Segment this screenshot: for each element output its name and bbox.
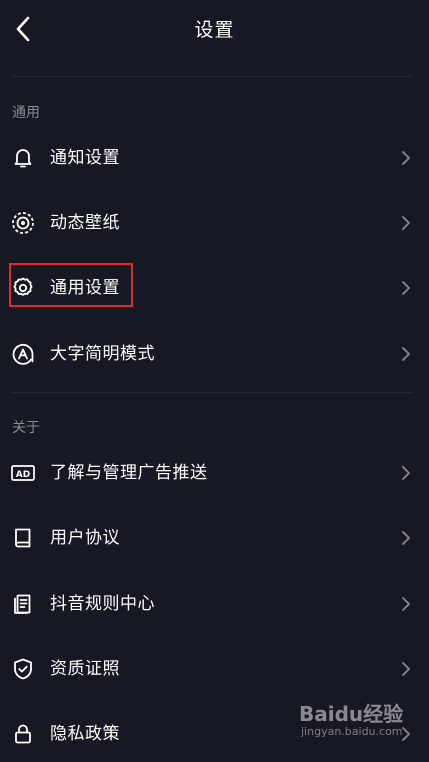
top-bar: 设置 xyxy=(0,0,429,60)
settings-item-label: 隐私政策 xyxy=(50,724,120,744)
document-icon xyxy=(10,591,36,617)
book-icon xyxy=(10,525,36,551)
bell-icon xyxy=(10,145,36,171)
chevron-right-icon xyxy=(402,216,410,230)
settings-item-label: 通知设置 xyxy=(50,148,120,168)
settings-item-label: 通用设置 xyxy=(50,278,120,298)
back-button[interactable] xyxy=(8,12,38,46)
settings-item-qualifications[interactable]: 资质证照 xyxy=(0,641,429,697)
settings-item-label: 抖音规则中心 xyxy=(50,594,155,614)
chevron-right-icon xyxy=(402,151,410,165)
divider xyxy=(12,76,412,77)
settings-item-label: 用户协议 xyxy=(50,528,120,548)
settings-item-label: 大字简明模式 xyxy=(50,344,155,364)
shield-check-icon xyxy=(10,656,36,682)
divider xyxy=(12,392,412,393)
settings-item-ad-management[interactable]: AD 了解与管理广告推送 xyxy=(0,445,429,501)
gear-icon xyxy=(10,275,36,301)
svg-text:AD: AD xyxy=(16,470,30,480)
settings-item-large-font-mode[interactable]: 大字简明模式 xyxy=(0,326,429,382)
chevron-right-icon xyxy=(402,662,410,676)
lock-icon xyxy=(10,721,36,747)
chevron-left-icon xyxy=(16,16,30,42)
watermark-brand: Baidu经验 xyxy=(299,702,404,726)
baidu-watermark: Baidu经验 jingyan.baidu.com xyxy=(299,698,415,740)
settings-item-label: 动态壁纸 xyxy=(50,213,120,233)
font-size-icon xyxy=(10,341,36,367)
chevron-right-icon xyxy=(402,466,410,480)
settings-item-live-wallpaper[interactable]: 动态壁纸 xyxy=(0,195,429,251)
section-label-general: 通用 xyxy=(12,105,40,121)
settings-item-user-agreement[interactable]: 用户协议 xyxy=(0,510,429,566)
chevron-right-icon xyxy=(402,531,410,545)
chevron-right-icon xyxy=(402,347,410,361)
settings-item-notification[interactable]: 通知设置 xyxy=(0,130,429,186)
settings-item-general[interactable]: 通用设置 xyxy=(0,260,429,316)
live-wallpaper-icon xyxy=(10,210,36,236)
section-label-about: 关于 xyxy=(12,420,40,436)
settings-item-rules-center[interactable]: 抖音规则中心 xyxy=(0,576,429,632)
watermark-url: jingyan.baidu.com xyxy=(301,725,403,738)
chevron-right-icon xyxy=(402,597,410,611)
ad-icon: AD xyxy=(10,460,36,486)
chevron-right-icon xyxy=(402,281,410,295)
page-title: 设置 xyxy=(194,19,235,41)
settings-item-label: 资质证照 xyxy=(50,659,120,679)
settings-item-label: 了解与管理广告推送 xyxy=(50,463,208,483)
